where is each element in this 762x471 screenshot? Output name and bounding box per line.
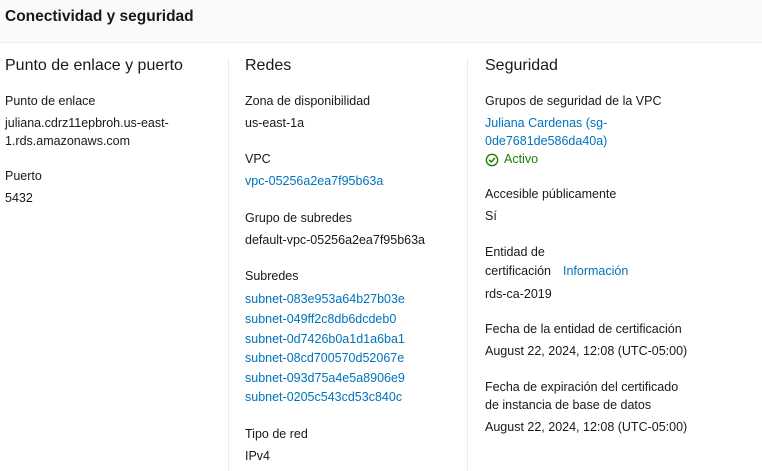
subnet-group-label: Grupo de subredes [245,211,353,225]
ca-date-label: Fecha de la entidad de certificación [485,322,682,336]
ca-label-line2: certificación [485,264,551,278]
subnets-label: Subredes [245,269,299,283]
port-label: Puerto [5,169,42,183]
ca-info-link[interactable]: Información [563,262,628,281]
security-group-link-line1[interactable]: Juliana Cardenas (sg- [485,114,607,133]
endpoint-value-line1: juliana.cdrz11epbroh.us-east- [5,116,169,130]
network-type-value: IPv4 [245,449,271,463]
subnet-link[interactable]: subnet-0d7426b0a1d1a6ba1 [245,330,405,349]
ca-label-line1: Entidad de [485,245,545,259]
subnet-link[interactable]: subnet-083e953a64b27b03e [245,290,405,309]
network-type-label: Tipo de red [245,427,308,441]
publicly-accessible-label: Accesible públicamente [485,187,617,201]
endpoint-value-line2: 1.rds.amazonaws.com [5,134,131,148]
cert-expiration-label-line1: Fecha de expiración del certificado [485,380,679,394]
vpc-label: VPC [245,152,271,166]
column-divider [467,58,468,471]
cert-expiration-value: August 22, 2024, 12:08 (UTC-05:00) [485,420,688,434]
connectivity-security-panel: Conectividad y seguridad Punto de enlace… [0,0,762,471]
subnet-group-value: default-vpc-05256a2ea7f95b63a [245,233,426,247]
availability-zone-value: us-east-1a [245,116,305,130]
cert-expiration-label-line2: de instancia de base de datos [485,398,652,412]
vpc-link[interactable]: vpc-05256a2ea7f95b63a [245,172,383,191]
check-circle-icon [485,153,499,166]
security-title: Seguridad [485,57,558,74]
network-title: Redes [245,57,292,74]
subnet-link[interactable]: subnet-049ff2c8db6dcdeb0 [245,310,396,329]
publicly-accessible-value: Sí [485,209,497,223]
status-text: Activo [504,152,539,166]
port-value: 5432 [5,191,33,205]
endpoint-label: Punto de enlace [5,94,96,108]
panel-header: Conectividad y seguridad [0,0,762,43]
panel-title: Conectividad y seguridad [5,8,194,25]
availability-zone-label: Zona de disponibilidad [245,94,371,108]
security-group-status: Activo [485,150,538,169]
subnet-link[interactable]: subnet-093d75a4e5a8906e9 [245,369,405,388]
ca-date-value: August 22, 2024, 12:08 (UTC-05:00) [485,344,688,358]
column-divider [228,58,229,471]
security-groups-label: Grupos de seguridad de la VPC [485,94,662,108]
subnet-link[interactable]: subnet-0205c543cd53c840c [245,388,402,407]
endpoint-port-title: Punto de enlace y puerto [5,57,183,74]
security-group-link-line2[interactable]: 0de7681de586da40a) [485,132,607,151]
subnet-link[interactable]: subnet-08cd700570d52067e [245,349,404,368]
ca-value: rds-ca-2019 [485,287,552,301]
